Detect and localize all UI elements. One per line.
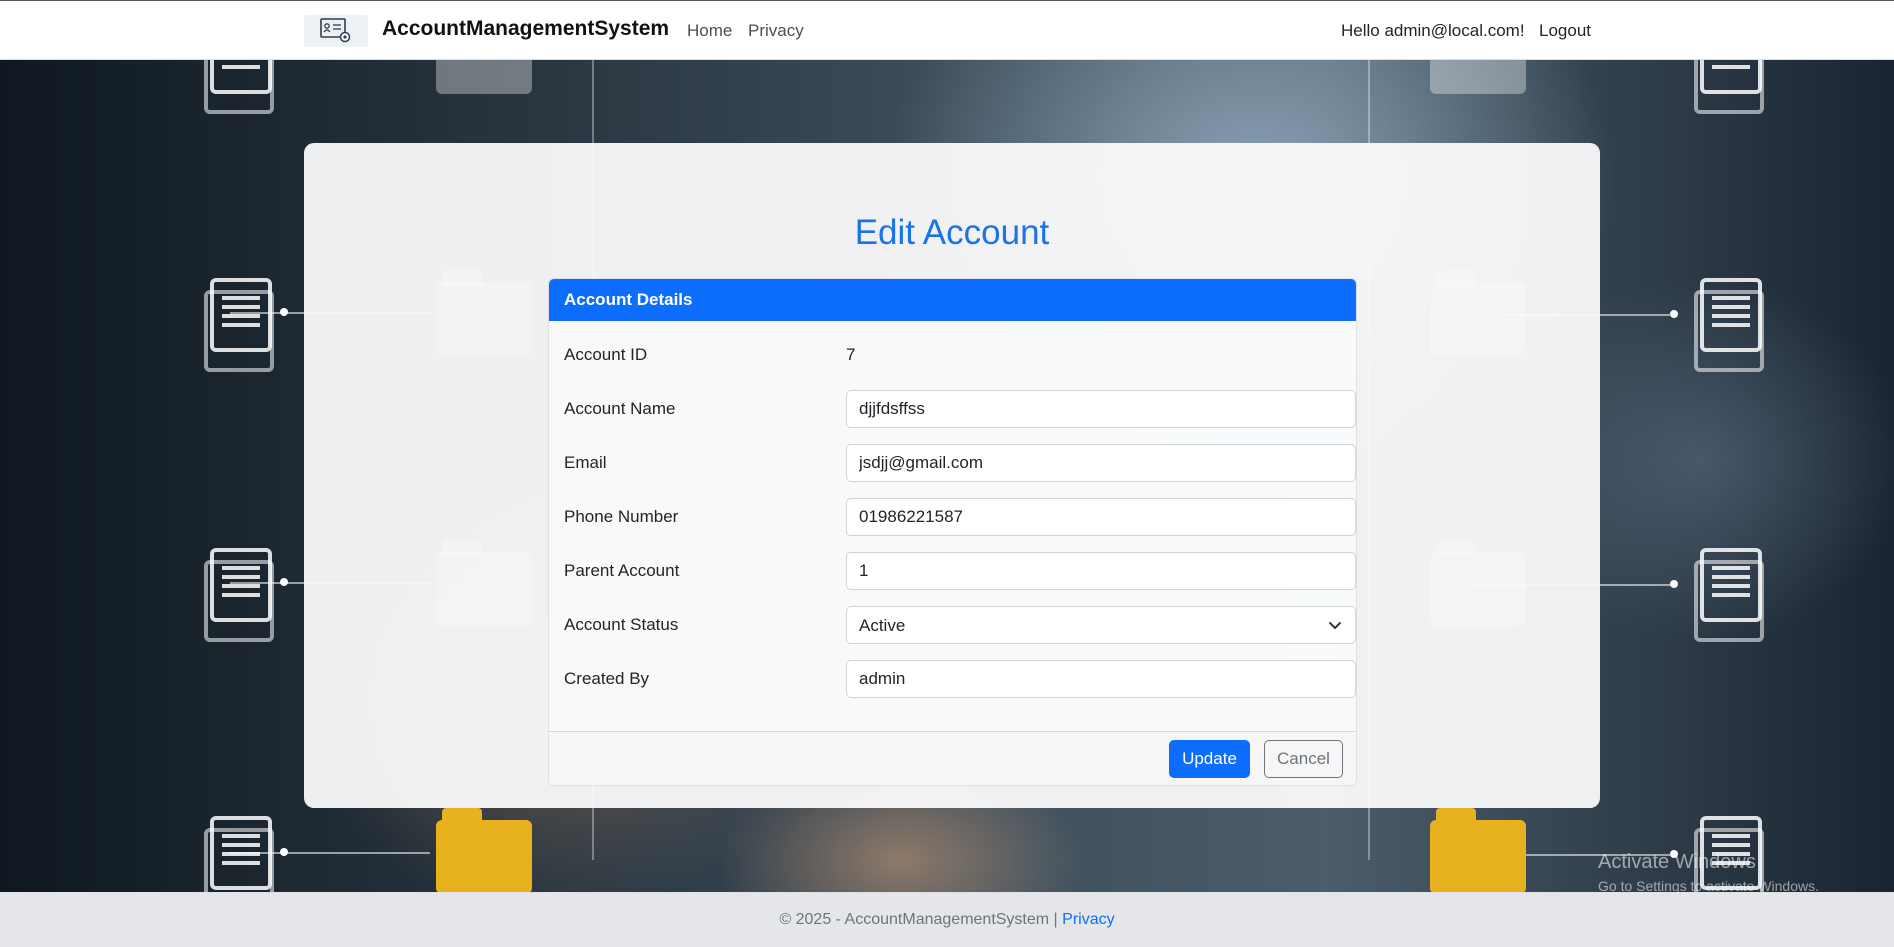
update-button[interactable]: Update [1169,740,1250,778]
activate-windows-watermark: Activate Windows Go to Settings to activ… [1598,851,1819,894]
parent-account-input[interactable] [846,552,1356,590]
user-greeting-link[interactable]: Hello admin@local.com! [1341,21,1525,41]
account-status-select[interactable]: Active [846,606,1356,644]
account-name-row: Account Name [564,389,1356,429]
cancel-button[interactable]: Cancel [1264,740,1343,778]
email-input[interactable] [846,444,1356,482]
page-title: Edit Account [854,213,1050,252]
card-header: Account Details [549,279,1356,321]
account-status-label: Account Status [564,615,679,634]
phone-number-row: Phone Number [564,497,1356,537]
watermark-title: Activate Windows [1598,851,1756,873]
main-panel: Edit Account Account Details Account ID … [304,143,1600,808]
chevron-down-icon [1329,622,1341,629]
card-body: Account ID 7 Account Name Email Phone Nu… [549,321,1356,733]
footer-copyright: © 2025 - AccountManagementSystem | [779,911,1058,928]
account-id-label: Account ID [564,345,648,364]
site-footer: © 2025 - AccountManagementSystem | Priva… [0,892,1894,947]
account-id-value: 7 [846,345,856,364]
phone-number-label: Phone Number [564,507,679,526]
nav-link-privacy[interactable]: Privacy [748,21,804,41]
card-footer: Update Cancel [549,731,1356,785]
parent-account-row: Parent Account [564,551,1356,591]
created-by-row: Created By [564,659,1356,699]
logout-link[interactable]: Logout [1539,21,1591,41]
email-row: Email [564,443,1356,483]
account-name-input[interactable] [846,390,1356,428]
phone-number-input[interactable] [846,498,1356,536]
email-label: Email [564,453,607,472]
nav-link-home[interactable]: Home [687,21,732,41]
created-by-input[interactable] [846,660,1356,698]
account-name-label: Account Name [564,399,676,418]
top-navbar: AccountManagementSystem Home Privacy Hel… [0,0,1894,60]
created-by-label: Created By [564,669,650,688]
account-status-selected-value: Active [859,616,906,635]
brand-name[interactable]: AccountManagementSystem [382,17,669,41]
parent-account-label: Parent Account [564,561,680,580]
account-details-card: Account Details Account ID 7 Account Nam… [548,278,1357,786]
account-status-row: Account Status Active [564,605,1356,645]
account-id-row: Account ID 7 [564,335,1339,375]
footer-privacy-link[interactable]: Privacy [1062,911,1114,928]
account-management-logo-icon[interactable] [304,15,368,47]
